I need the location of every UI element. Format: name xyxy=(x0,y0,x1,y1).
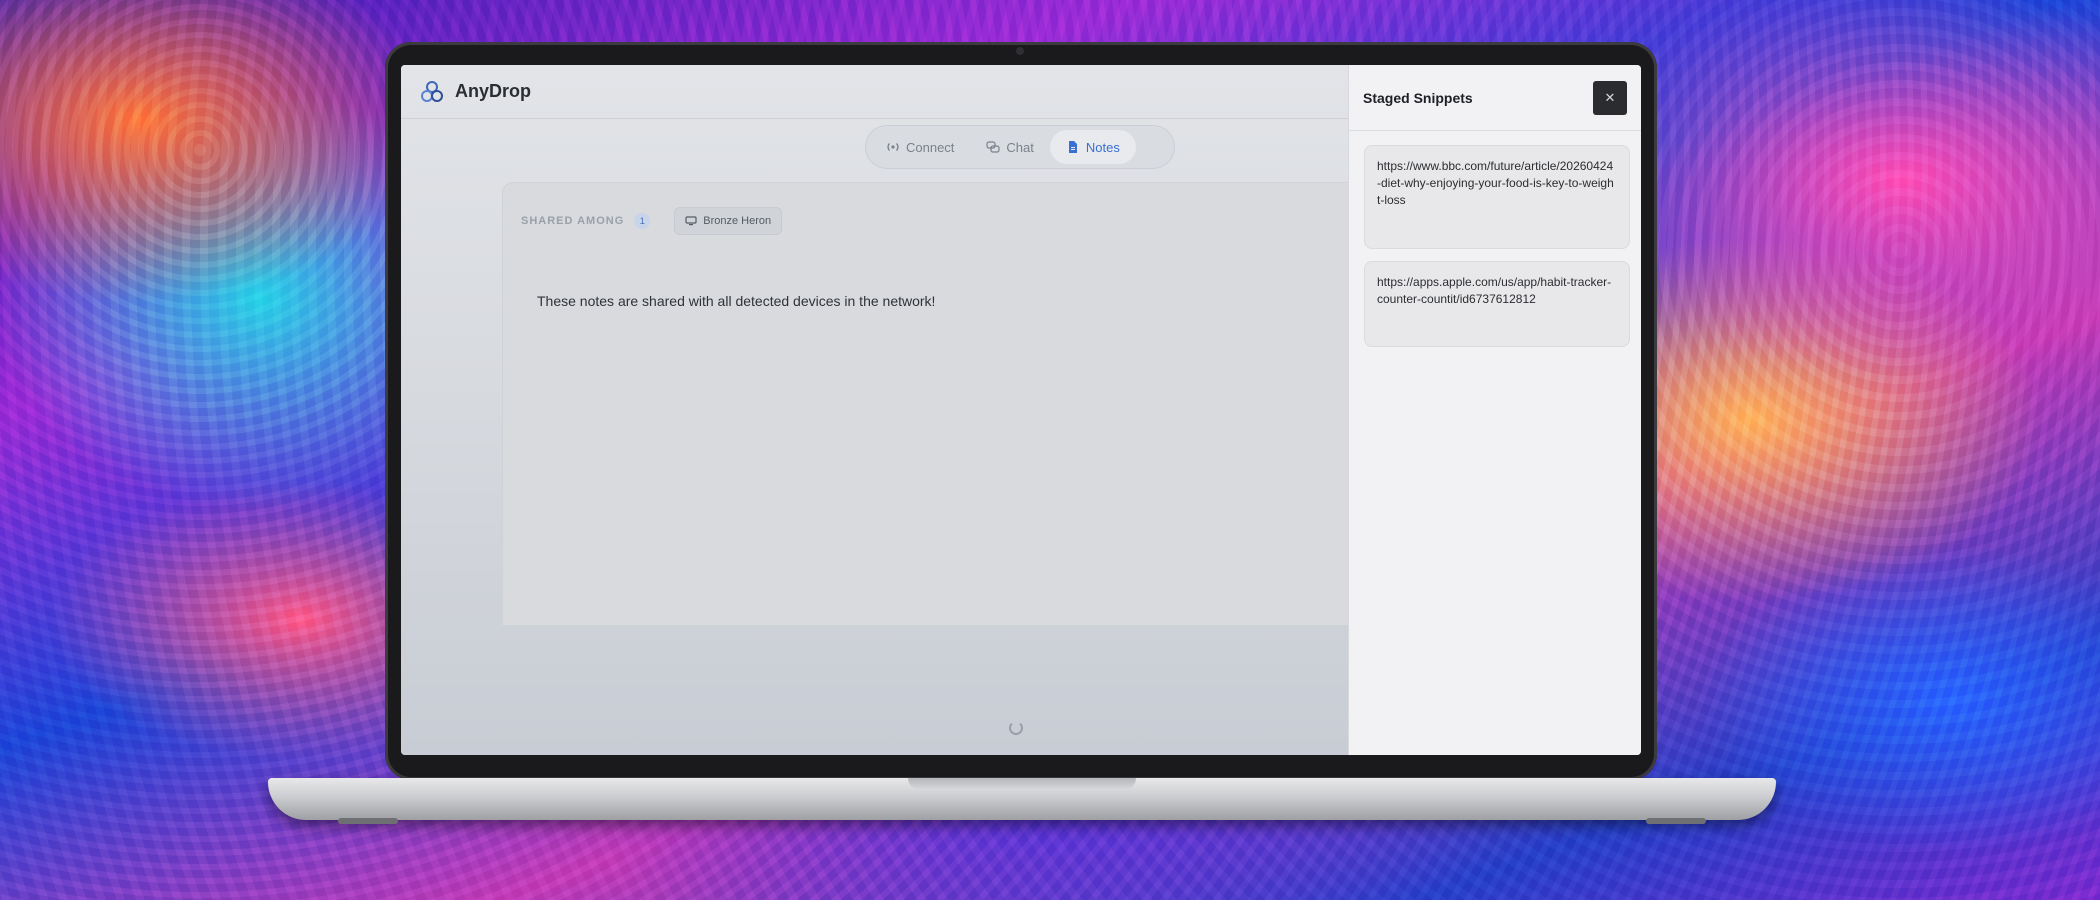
app-window: AnyDrop Connect Chat Notes SHARED AMONG … xyxy=(401,65,1348,755)
tab-chat-label: Chat xyxy=(1006,139,1034,155)
drawer-title: Staged Snippets xyxy=(1363,89,1473,106)
tab-chat[interactable]: Chat xyxy=(970,130,1049,164)
close-icon: ✕ xyxy=(1604,89,1616,105)
tab-connect[interactable]: Connect xyxy=(870,130,970,164)
staged-snippets-drawer: Staged Snippets ✕ https://www.bbc.com/fu… xyxy=(1348,65,1641,755)
snippet-text: https://www.bbc.com/future/article/20260… xyxy=(1377,159,1614,207)
tab-connect-label: Connect xyxy=(906,139,955,155)
snippet-card[interactable]: https://apps.apple.com/us/app/habit-trac… xyxy=(1364,261,1630,347)
broadcast-icon xyxy=(887,143,899,151)
device-name: Bronze Heron xyxy=(703,215,772,227)
laptop-foot-left xyxy=(338,818,398,824)
monitor-icon xyxy=(685,216,697,226)
shared-among-label: SHARED AMONG xyxy=(521,215,625,227)
tab-notes-label: Notes xyxy=(1085,139,1120,155)
drawer-header: Staged Snippets ✕ xyxy=(1349,65,1641,131)
app-header: AnyDrop xyxy=(401,65,1348,119)
device-chip[interactable]: Bronze Heron xyxy=(674,207,783,235)
webcam xyxy=(1016,47,1024,55)
anydrop-logo-icon xyxy=(421,80,443,102)
chat-bubbles-icon xyxy=(986,141,1001,153)
tab-bar: Connect Chat Notes xyxy=(865,125,1175,169)
laptop-notch xyxy=(908,778,1136,790)
snippet-text: https://apps.apple.com/us/app/habit-trac… xyxy=(1377,275,1612,306)
laptop-screen: AnyDrop Connect Chat Notes SHARED AMONG … xyxy=(401,65,1641,755)
app-title: AnyDrop xyxy=(455,81,531,101)
notes-panel: SHARED AMONG 1 Bronze Heron These notes … xyxy=(503,183,1348,625)
laptop-base xyxy=(268,778,1776,824)
notes-editor[interactable]: These notes are shared with all detected… xyxy=(537,293,935,309)
snippet-card[interactable]: https://www.bbc.com/future/article/20260… xyxy=(1364,145,1630,249)
loading-spinner-icon xyxy=(1009,721,1023,735)
shared-count-badge: 1 xyxy=(634,213,651,229)
close-button[interactable]: ✕ xyxy=(1593,80,1627,115)
document-icon xyxy=(1068,141,1077,153)
shared-among-row: SHARED AMONG 1 Bronze Heron xyxy=(521,207,783,235)
tab-notes[interactable]: Notes xyxy=(1049,130,1136,164)
laptop-foot-right xyxy=(1646,818,1706,824)
